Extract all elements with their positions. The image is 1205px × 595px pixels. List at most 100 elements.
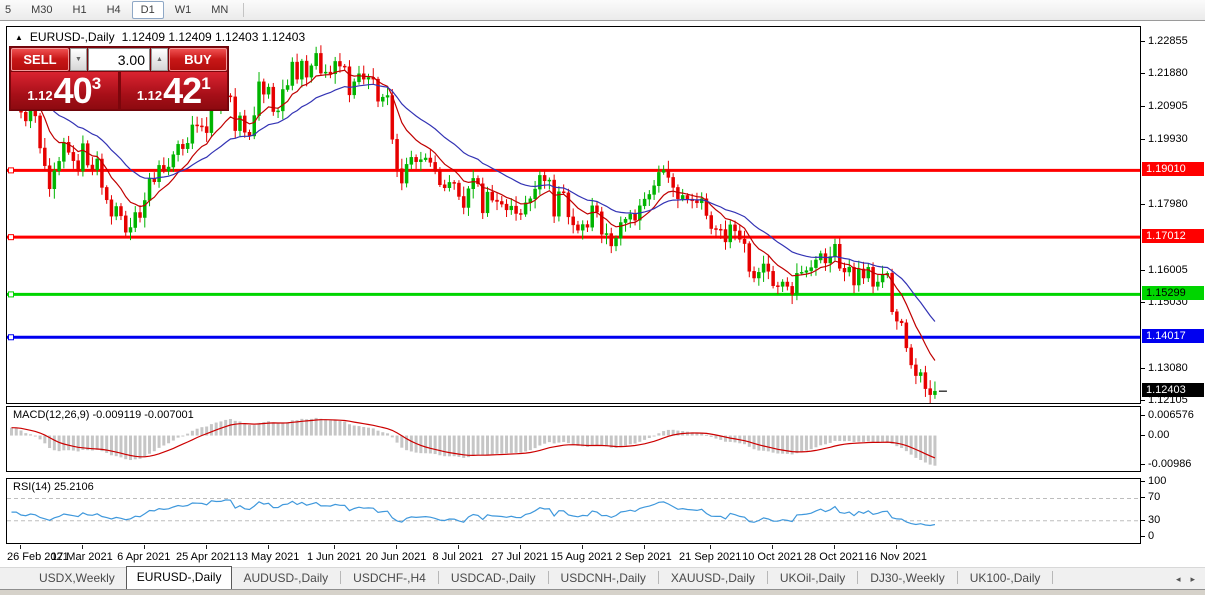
chart-tab-usdcad[interactable]: USDCAD-,Daily xyxy=(440,568,547,589)
chart-tab-ukoil[interactable]: UKOil-,Daily xyxy=(769,568,856,589)
sell-price-panel[interactable]: 1.12 40 3 xyxy=(11,72,118,109)
date-axis: 26 Feb 202117 Mar 20216 Apr 202125 Apr 2… xyxy=(6,545,1141,567)
axis-tick-label: 1.22855 xyxy=(1148,35,1188,47)
hline-price-flag: 1.14017 xyxy=(1142,329,1204,343)
axis-tick-mark xyxy=(1141,41,1145,42)
price-pane[interactable]: ▲ EURUSD-,Daily 1.12409 1.12409 1.12403 … xyxy=(6,26,1141,404)
axis-tick-mark xyxy=(1141,435,1145,436)
axis-tick-label: 0.006576 xyxy=(1148,409,1194,421)
chart-window: ▲ EURUSD-,Daily 1.12409 1.12409 1.12403 … xyxy=(0,22,1205,567)
buy-button[interactable]: BUY xyxy=(169,48,227,71)
axis-tick-label: 1.17980 xyxy=(1148,198,1188,210)
timeframe-button-h4[interactable]: H4 xyxy=(98,1,130,19)
buy-price-point: 1 xyxy=(201,74,210,94)
rsi-indicator-label: RSI(14) 25.2106 xyxy=(13,481,94,493)
tab-scroll-left-icon[interactable]: ◂ xyxy=(1176,574,1181,585)
chart-tab-usdcnh[interactable]: USDCNH-,Daily xyxy=(550,568,657,589)
tab-scroll-right-icon[interactable]: ▸ xyxy=(1190,574,1195,585)
sell-button[interactable]: SELL xyxy=(11,48,69,71)
date-tick-label: 17 Mar 2021 xyxy=(51,551,113,563)
axis-tick-mark xyxy=(1141,481,1145,482)
axis-tick-label: 1.13080 xyxy=(1148,362,1188,374)
axis-tick-mark xyxy=(1141,139,1145,140)
timeframe-button-m30[interactable]: M30 xyxy=(22,1,61,19)
hline-price-flag: 1.17012 xyxy=(1142,229,1204,243)
date-tick-mark xyxy=(20,545,21,549)
chart-tab-eurusd[interactable]: EURUSD-,Daily xyxy=(126,566,233,589)
buy-price-panel[interactable]: 1.12 42 1 xyxy=(121,72,228,109)
tab-separator xyxy=(548,571,549,584)
axis-tick-label: 1.19930 xyxy=(1148,133,1188,145)
date-tick-mark xyxy=(144,545,145,549)
axis-tick-mark xyxy=(1141,270,1145,271)
toolbar-separator xyxy=(243,3,244,17)
one-click-trading-widget: SELL ▼ ▲ BUY 1.12 40 3 1.12 42 xyxy=(9,46,229,111)
hline-price-flag: 1.15299 xyxy=(1142,286,1204,300)
axis-tick-mark xyxy=(1141,204,1145,205)
axis-tick-label: 1.20905 xyxy=(1148,100,1188,112)
chart-tab-usdx[interactable]: USDX,Weekly xyxy=(28,568,126,589)
date-tick-label: 13 May 2021 xyxy=(236,551,300,563)
chart-tab-uk100[interactable]: UK100-,Daily xyxy=(959,568,1052,589)
macd-pane[interactable]: MACD(12,26,9) -0.009119 -0.007001 xyxy=(6,406,1141,472)
axis-tick-mark xyxy=(1141,464,1145,465)
buy-price-pips: 42 xyxy=(163,74,201,108)
chart-tab-dj30[interactable]: DJ30-,Weekly xyxy=(859,568,955,589)
timeframe-button-5[interactable]: 5 xyxy=(0,1,20,19)
volume-decrease-button[interactable]: ▼ xyxy=(70,48,87,71)
volume-input[interactable] xyxy=(88,48,150,71)
tab-separator xyxy=(767,571,768,584)
chart-tab-usdchf[interactable]: USDCHF-,H4 xyxy=(342,568,437,589)
chart-symbol-period: EURUSD-,Daily xyxy=(30,30,115,44)
timeframe-button-d1[interactable]: D1 xyxy=(132,1,164,19)
date-tick-mark xyxy=(834,545,835,549)
date-tick-label: 1 Jun 2021 xyxy=(307,551,361,563)
date-tick-label: 6 Apr 2021 xyxy=(117,551,170,563)
tab-separator xyxy=(658,571,659,584)
timeframe-button-w1[interactable]: W1 xyxy=(166,1,201,19)
date-tick-label: 15 Aug 2021 xyxy=(551,551,613,563)
date-tick-mark xyxy=(710,545,711,549)
sell-price-pips: 40 xyxy=(54,74,92,108)
axis-tick-mark xyxy=(1141,520,1145,521)
chart-tab-audusd[interactable]: AUDUSD-,Daily xyxy=(232,568,339,589)
chart-tab-xauusd[interactable]: XAUUSD-,Daily xyxy=(660,568,766,589)
chart-title: ▲ EURUSD-,Daily 1.12409 1.12409 1.12403 … xyxy=(15,30,305,44)
timeframe-button-h1[interactable]: H1 xyxy=(64,1,96,19)
axis-tick-mark xyxy=(1141,497,1145,498)
sell-price-point: 3 xyxy=(92,74,101,94)
timeframe-button-mn[interactable]: MN xyxy=(202,1,237,19)
date-tick-label: 16 Nov 2021 xyxy=(865,551,927,563)
tab-separator xyxy=(340,571,341,584)
date-tick-label: 2 Sep 2021 xyxy=(615,551,671,563)
timeframe-toolbar: 5M30H1H4D1W1MN xyxy=(0,0,1205,21)
axis-tick-mark xyxy=(1141,415,1145,416)
date-tick-mark xyxy=(268,545,269,549)
chevron-down-icon: ▼ xyxy=(75,56,82,63)
axis-tick-mark xyxy=(1141,400,1145,401)
date-tick-label: 20 Jun 2021 xyxy=(366,551,427,563)
date-tick-mark xyxy=(772,545,773,549)
tab-separator xyxy=(957,571,958,584)
axis-tick-label: 1.16005 xyxy=(1148,264,1188,276)
date-tick-mark xyxy=(644,545,645,549)
axis-tick-label: 30 xyxy=(1148,514,1160,526)
date-tick-label: 21 Sep 2021 xyxy=(679,551,741,563)
tab-separator xyxy=(857,571,858,584)
axis-tick-mark xyxy=(1141,302,1145,303)
rsi-pane[interactable]: RSI(14) 25.2106 xyxy=(6,478,1141,544)
axis-tick-label: 1.15030 xyxy=(1148,296,1188,308)
date-tick-label: 27 Jul 2021 xyxy=(491,551,548,563)
axis-tick-label: 100 xyxy=(1148,475,1166,487)
axis-tick-label: -0.00986 xyxy=(1148,458,1191,470)
axis-tick-mark xyxy=(1141,536,1145,537)
current-price-flag: 1.12403 xyxy=(1142,383,1204,397)
rsi-chart-canvas[interactable] xyxy=(7,479,1140,543)
date-tick-mark xyxy=(582,545,583,549)
axis-tick-label: 0 xyxy=(1148,530,1154,542)
collapse-icon[interactable]: ▲ xyxy=(15,33,23,42)
volume-increase-button[interactable]: ▲ xyxy=(151,48,168,71)
axis-tick-label: 1.12105 xyxy=(1148,394,1188,406)
date-tick-mark xyxy=(896,545,897,549)
axis-tick-label: 1.21880 xyxy=(1148,67,1188,79)
